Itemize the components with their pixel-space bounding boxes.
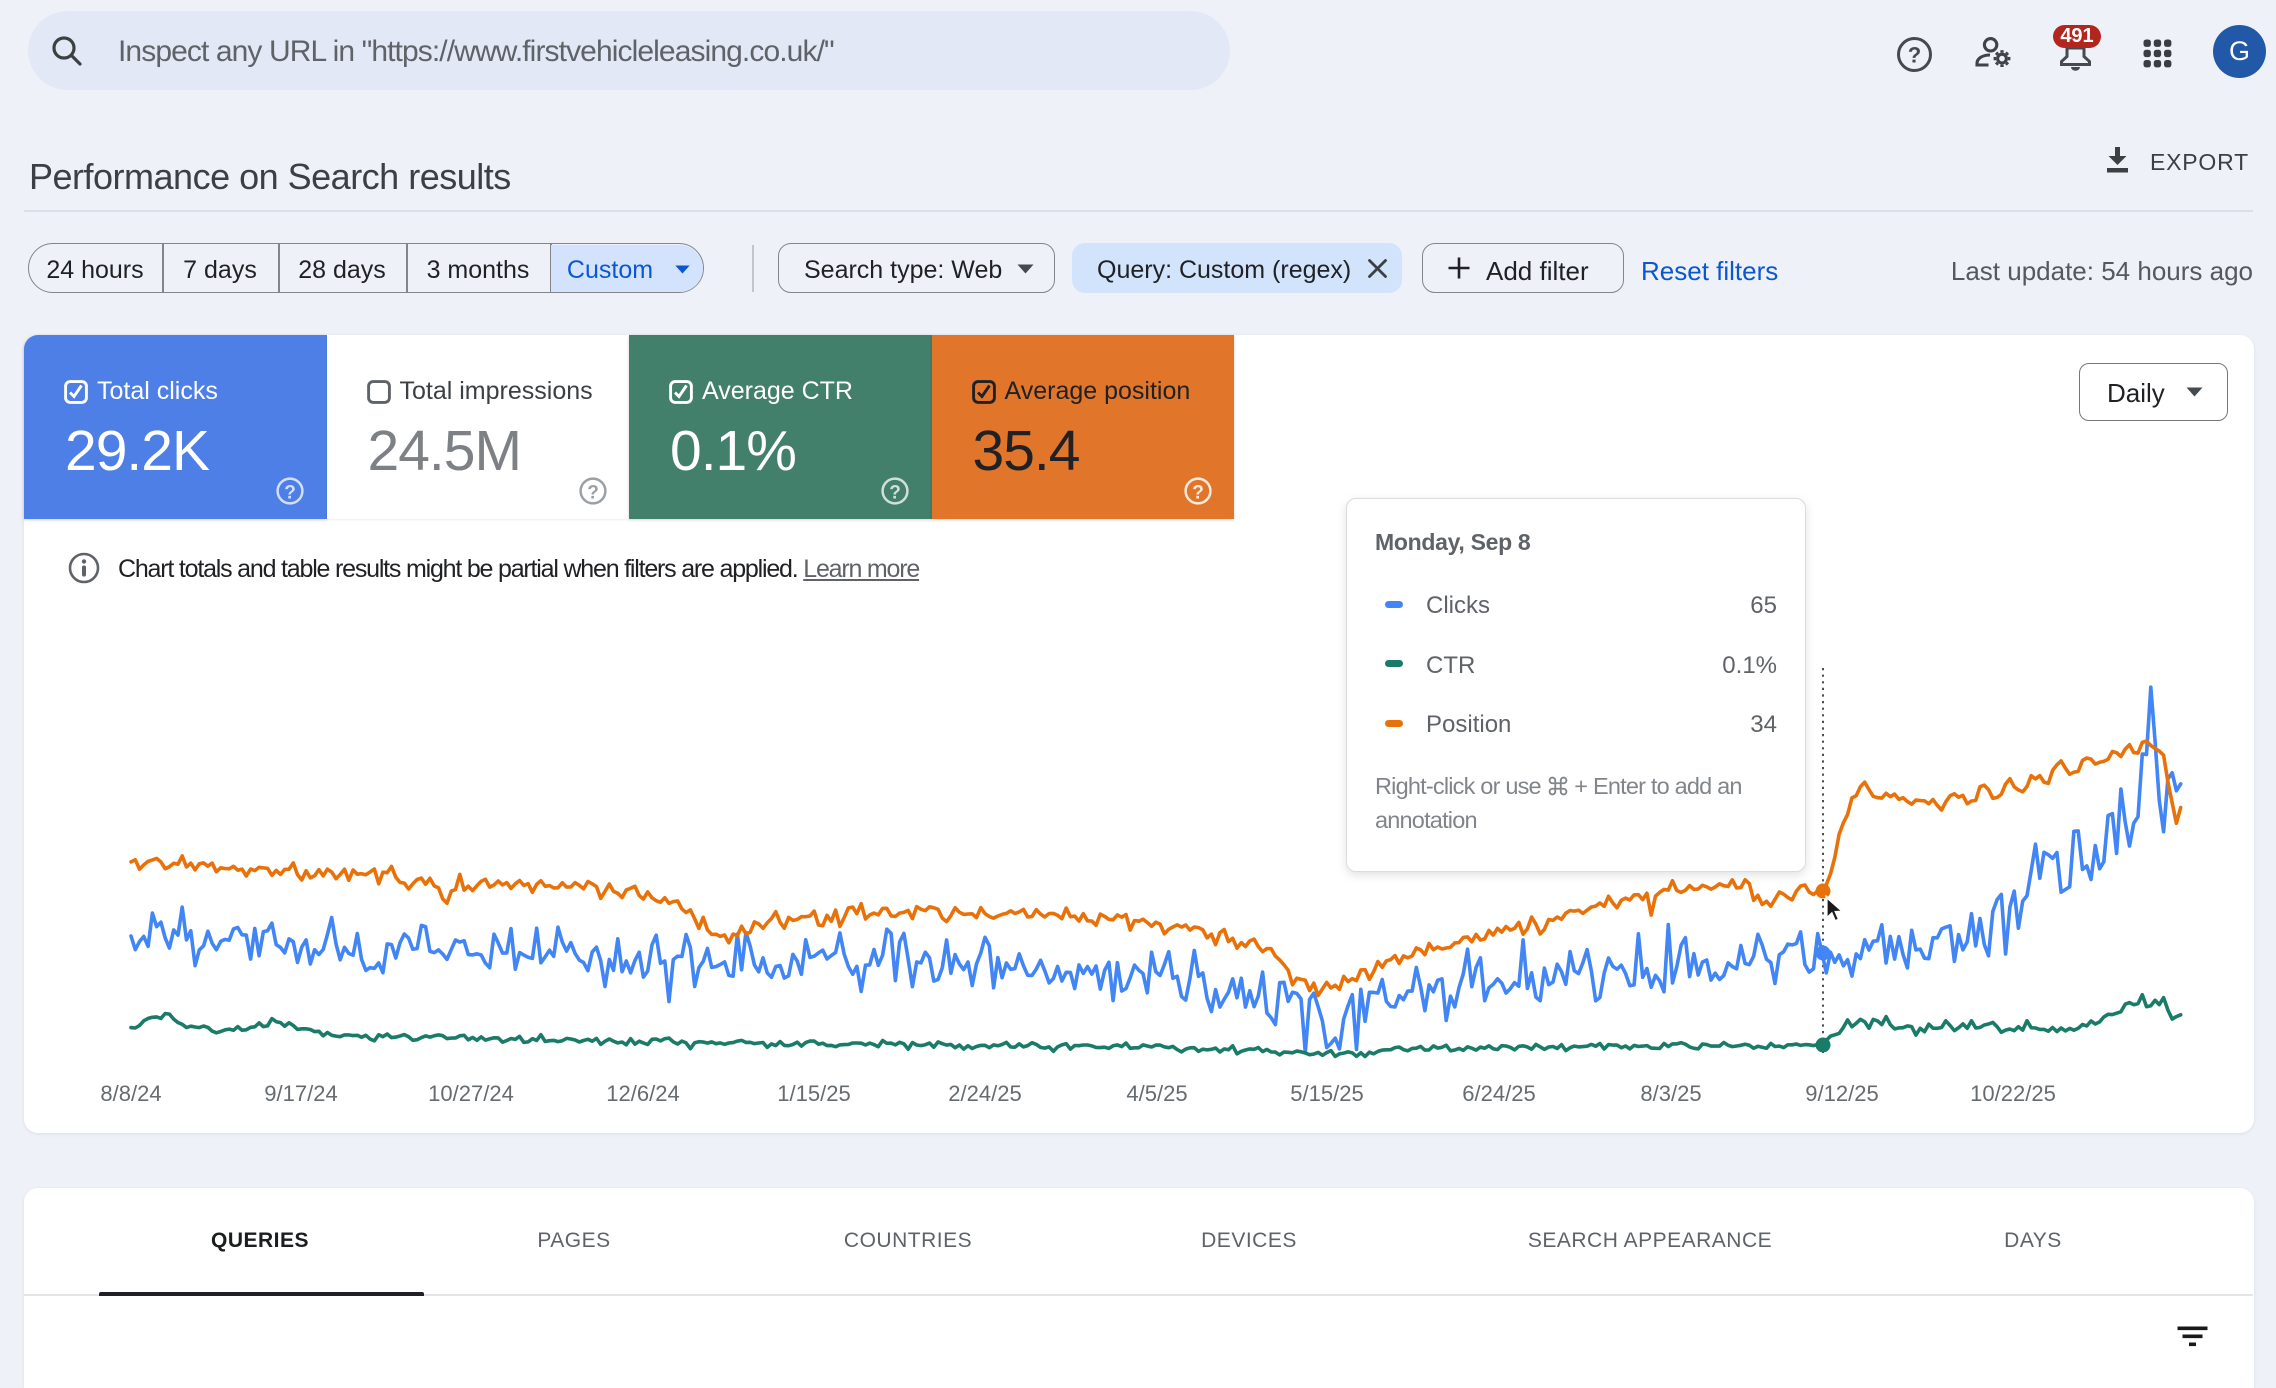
svg-text:?: ? — [1908, 43, 1921, 68]
svg-text:?: ? — [587, 483, 599, 504]
svg-text:?: ? — [284, 483, 296, 504]
svg-text:?: ? — [1192, 483, 1204, 504]
svg-text:?: ? — [889, 483, 901, 504]
